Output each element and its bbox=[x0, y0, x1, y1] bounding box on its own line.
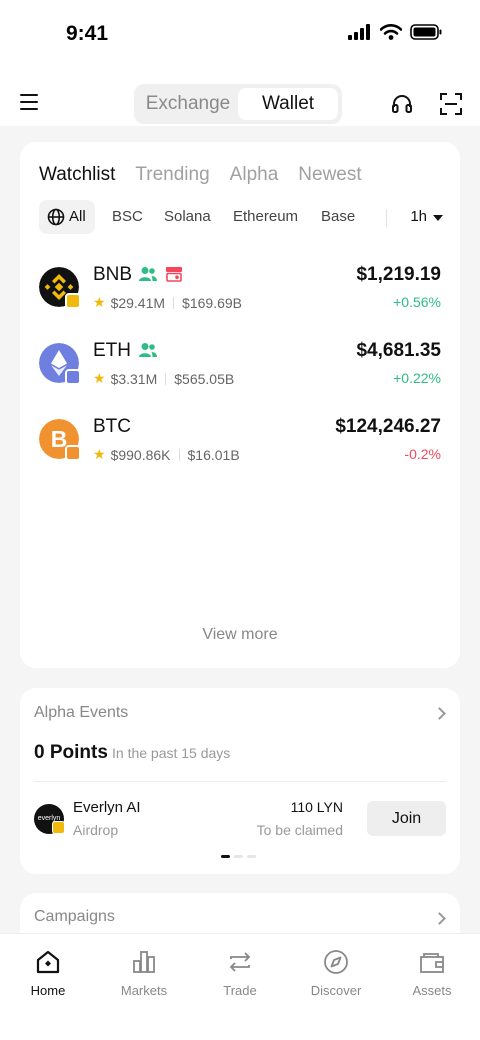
alpha-events-title[interactable]: Alpha Events bbox=[34, 704, 128, 722]
wallet-icon bbox=[420, 953, 444, 973]
campaigns-title[interactable]: Campaigns bbox=[34, 908, 115, 926]
chain-base[interactable]: Base bbox=[321, 200, 355, 234]
compass-icon bbox=[324, 950, 348, 974]
event-status: To be claimed bbox=[256, 822, 343, 838]
watchlist-tabs: Watchlist Trending Alpha Newest bbox=[39, 164, 362, 186]
watchlist-card: Watchlist Trending Alpha Newest All BSC … bbox=[20, 142, 460, 668]
status-bar: 9:41 bbox=[0, 0, 480, 70]
coin-market-cap: $16.01B bbox=[187, 446, 240, 463]
coin-tags bbox=[139, 266, 183, 282]
alpha-events-card: Alpha Events 0 Points In the past 15 day… bbox=[20, 688, 460, 874]
event-type: Airdrop bbox=[73, 822, 119, 838]
mode-switch: Exchange Wallet bbox=[134, 84, 342, 124]
btc-chain-badge bbox=[65, 445, 81, 461]
chain-badge-icon bbox=[52, 821, 65, 834]
alpha-points: 0 Points bbox=[34, 742, 108, 763]
tab-discover-label: Discover bbox=[310, 983, 362, 998]
risk-tag-icon bbox=[166, 267, 182, 282]
caret-down-icon bbox=[433, 215, 443, 221]
tab-markets[interactable]: Markets bbox=[96, 948, 192, 998]
coin-price: $1,219.19 bbox=[356, 264, 441, 285]
coin-volume: $29.41M bbox=[110, 294, 166, 311]
menu-icon[interactable] bbox=[20, 94, 38, 110]
coin-row-eth[interactable]: ETH ★ $3.31M $565.05B $4,681.35 +0.22% bbox=[39, 340, 441, 400]
coin-change: -0.2% bbox=[404, 446, 441, 462]
coin-market-cap: $169.69B bbox=[182, 294, 242, 311]
chain-solana[interactable]: Solana bbox=[164, 200, 211, 234]
coin-change: +0.22% bbox=[393, 370, 441, 386]
coin-symbol: ETH bbox=[93, 340, 131, 361]
tab-alpha[interactable]: Alpha bbox=[230, 164, 279, 186]
coin-symbol: BNB bbox=[93, 264, 133, 285]
tab-home[interactable]: Home bbox=[0, 948, 96, 998]
coin-row-btc[interactable]: B BTC ★ $990.86K $16.01B $124,246.27 -0.… bbox=[39, 416, 441, 476]
tab-watchlist[interactable]: Watchlist bbox=[39, 164, 115, 186]
filter-divider bbox=[386, 209, 387, 227]
holders-icon bbox=[139, 267, 157, 281]
tab-trending[interactable]: Trending bbox=[135, 164, 209, 186]
battery-icon bbox=[410, 24, 442, 40]
globe-icon bbox=[47, 208, 65, 226]
coin-stats: ★ $29.41M $169.69B bbox=[93, 294, 242, 311]
tab-newest[interactable]: Newest bbox=[298, 164, 361, 186]
tab-trade-label: Trade bbox=[223, 983, 257, 998]
headset-icon[interactable] bbox=[390, 92, 414, 116]
tab-assets[interactable]: Assets bbox=[384, 948, 480, 998]
star-icon[interactable]: ★ bbox=[93, 446, 106, 463]
coin-market-cap: $565.05B bbox=[174, 370, 235, 387]
join-button[interactable]: Join bbox=[367, 801, 446, 836]
status-icons bbox=[348, 24, 442, 40]
star-icon[interactable]: ★ bbox=[93, 294, 106, 311]
markets-icon bbox=[133, 951, 155, 973]
coin-symbol: BTC bbox=[93, 416, 131, 437]
tab-markets-label: Markets bbox=[120, 983, 168, 998]
coin-volume: $990.86K bbox=[110, 446, 171, 463]
signal-icon bbox=[348, 24, 370, 40]
eth-chain-badge bbox=[65, 369, 81, 385]
trade-icon bbox=[229, 952, 251, 972]
coin-stats: ★ $990.86K $16.01B bbox=[93, 446, 240, 463]
points-period-note: In the past 15 days bbox=[112, 745, 231, 761]
view-more-link[interactable]: View more bbox=[20, 626, 460, 644]
coin-price: $4,681.35 bbox=[356, 340, 441, 361]
tab-discover[interactable]: Discover bbox=[288, 948, 384, 998]
coin-stats: ★ $3.31M $565.05B bbox=[93, 370, 234, 387]
top-header: Exchange Wallet bbox=[0, 70, 480, 126]
divider bbox=[34, 781, 446, 782]
scan-icon[interactable] bbox=[439, 92, 463, 116]
bsc-chain-badge bbox=[65, 293, 81, 309]
wallet-tab[interactable]: Wallet bbox=[238, 88, 338, 120]
period-label: 1h bbox=[410, 208, 427, 225]
wifi-icon bbox=[380, 24, 402, 40]
holders-icon bbox=[139, 343, 157, 357]
chain-all[interactable]: All bbox=[39, 200, 95, 234]
event-name: Everlyn AI bbox=[73, 799, 141, 816]
tab-trade[interactable]: Trade bbox=[192, 948, 288, 998]
chevron-right-icon[interactable] bbox=[433, 912, 446, 925]
coin-change: +0.56% bbox=[393, 294, 441, 310]
coin-row-bnb[interactable]: BNB ★ $29.41M $169.69B $1,219.19 +0.56% bbox=[39, 264, 441, 324]
exchange-tab[interactable]: Exchange bbox=[138, 88, 238, 120]
tab-assets-label: Assets bbox=[412, 983, 452, 998]
status-time: 9:41 bbox=[66, 22, 109, 45]
chain-ethereum[interactable]: Ethereum bbox=[233, 200, 298, 234]
coin-volume: $3.31M bbox=[110, 370, 158, 387]
home-icon bbox=[36, 950, 60, 974]
carousel-dots bbox=[221, 855, 256, 858]
chain-bsc[interactable]: BSC bbox=[112, 200, 143, 234]
chevron-right-icon[interactable] bbox=[433, 707, 446, 720]
chain-filter: All BSC Solana Ethereum Base 1h bbox=[39, 200, 443, 234]
coin-tags bbox=[139, 342, 157, 358]
bottom-tab-bar: Home Markets Trade Discover Assets bbox=[0, 933, 480, 1040]
star-icon[interactable]: ★ bbox=[93, 370, 106, 387]
tab-home-label: Home bbox=[30, 983, 66, 998]
event-amount: 110 LYN bbox=[290, 799, 343, 815]
chain-all-label: All bbox=[69, 208, 86, 225]
coin-price: $124,246.27 bbox=[335, 416, 441, 437]
period-selector[interactable]: 1h bbox=[410, 200, 443, 234]
